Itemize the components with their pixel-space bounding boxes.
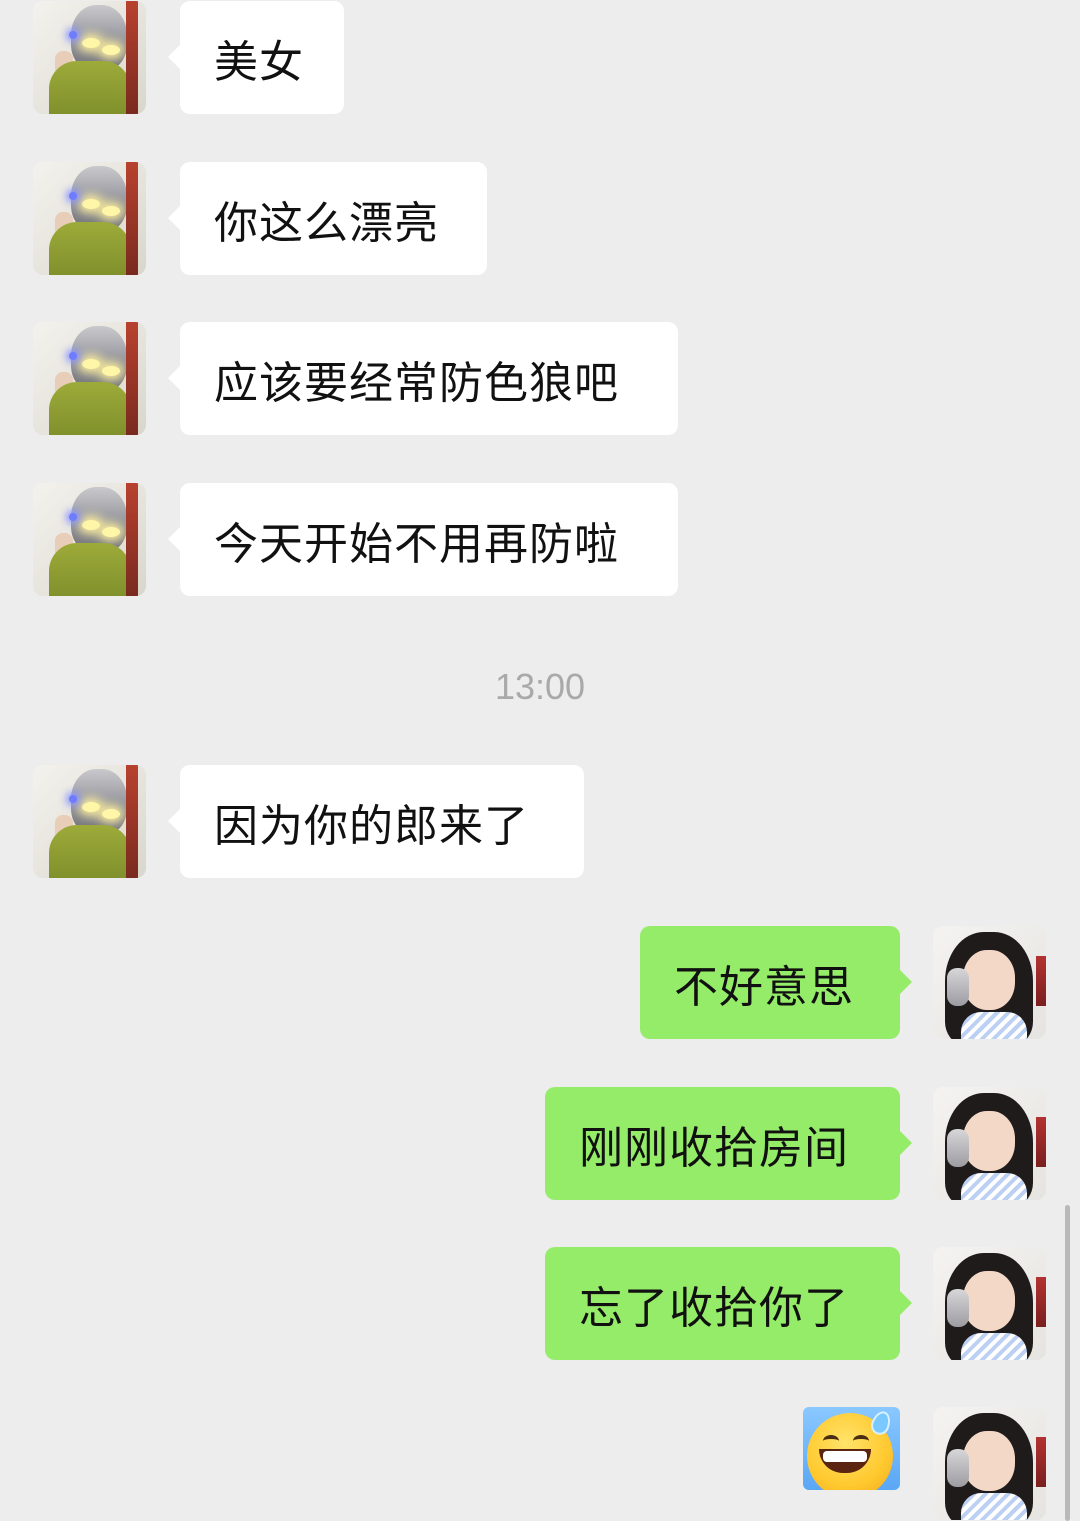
avatar-eye-glow [82,199,100,209]
outgoing-message-bubble[interactable]: 忘了收拾你了 [545,1247,912,1360]
avatar-door-shape [126,1,138,114]
self-avatar[interactable] [933,1247,1046,1360]
avatar-door-shape [126,162,138,275]
avatar-shirt-shape [49,382,131,435]
avatar-shirt-shape [49,543,131,596]
chat-view: 美女 你这么漂亮 应该要经常防色狼吧 今天开始不用再防啦 13:00 因为你的郎… [0,0,1080,1521]
incoming-message-bubble[interactable]: 应该要经常防色狼吧 [168,322,678,435]
avatar-eye-glow [102,809,120,819]
message-text: 应该要经常防色狼吧 [214,357,619,409]
avatar-shirt-shape [961,1493,1027,1520]
avatar-shirt-shape [49,825,131,878]
incoming-message-bubble[interactable]: 你这么漂亮 [168,162,487,275]
headphones-icon [947,1449,969,1487]
avatar-face-shape [963,1431,1015,1491]
avatar-face-shape [963,1111,1015,1171]
incoming-message-bubble[interactable]: 今天开始不用再防啦 [168,483,678,596]
contact-avatar[interactable] [33,765,146,878]
self-avatar[interactable] [933,1407,1046,1520]
avatar-eye-glow [82,802,100,812]
avatar-shirt-shape [961,1333,1027,1360]
avatar-eye-glow [82,359,100,369]
contact-avatar[interactable] [33,322,146,435]
avatar-door-shape [126,483,138,596]
avatar-blue-light [69,192,77,200]
avatar-eye-glow [102,527,120,537]
avatar-face-shape [963,1271,1015,1331]
avatar-poster-shape [1036,956,1046,1006]
avatar-face-shape [963,950,1015,1010]
avatar-eye-glow [102,366,120,376]
avatar-eye-glow [82,520,100,530]
avatar-poster-shape [1036,1117,1046,1167]
emoji-eye-shape [823,1435,839,1447]
self-avatar[interactable] [933,926,1046,1039]
avatar-shirt-shape [961,1173,1027,1200]
outgoing-message-bubble[interactable]: 不好意思 [640,926,912,1039]
self-avatar[interactable] [933,1087,1046,1200]
avatar-eye-glow [82,38,100,48]
message-text: 不好意思 [674,961,854,1013]
message-text: 因为你的郎来了 [214,800,529,852]
contact-avatar[interactable] [33,162,146,275]
headphones-icon [947,1129,969,1167]
avatar-shirt-shape [49,222,131,275]
avatar-shirt-shape [961,1012,1027,1039]
avatar-blue-light [69,795,77,803]
avatar-blue-light [69,513,77,521]
message-text: 美女 [214,36,304,88]
avatar-door-shape [126,765,138,878]
incoming-message-bubble[interactable]: 美女 [168,1,344,114]
emoji-eye-shape [853,1435,869,1447]
message-text: 刚刚收拾房间 [579,1122,849,1174]
emoji-teeth-shape [823,1451,867,1462]
avatar-eye-glow [102,45,120,55]
avatar-blue-light [69,352,77,360]
contact-avatar[interactable] [33,483,146,596]
message-text: 忘了收拾你了 [579,1282,849,1334]
avatar-shirt-shape [49,61,131,114]
avatar-door-shape [126,322,138,435]
message-timestamp: 13:00 [494,666,586,707]
contact-avatar[interactable] [33,1,146,114]
outgoing-message-bubble[interactable]: 刚刚收拾房间 [545,1087,912,1200]
headphones-icon [947,1289,969,1327]
message-text: 你这么漂亮 [214,197,439,249]
grinning-sweat-emoji-icon[interactable] [803,1407,900,1490]
avatar-blue-light [69,31,77,39]
message-text: 今天开始不用再防啦 [214,518,619,570]
scrollbar[interactable] [1065,1205,1070,1521]
avatar-poster-shape [1036,1277,1046,1327]
avatar-poster-shape [1036,1437,1046,1487]
avatar-eye-glow [102,206,120,216]
headphones-icon [947,968,969,1006]
incoming-message-bubble[interactable]: 因为你的郎来了 [168,765,584,878]
